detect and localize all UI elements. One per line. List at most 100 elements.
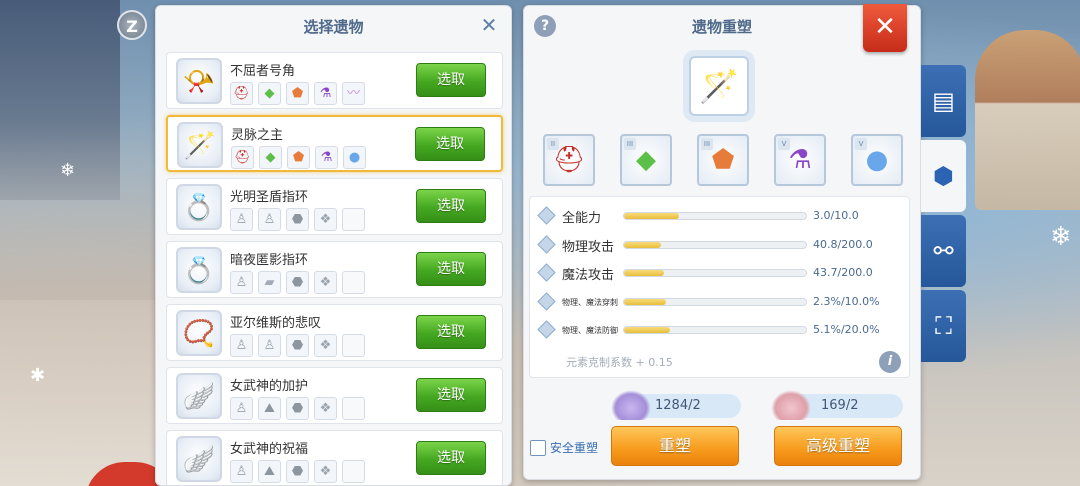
relic-list-item[interactable]: 🪄 灵脉之主 ⛑ ◆ ⬟ ⚗ ● 选取 — [166, 115, 503, 172]
relic-list: 📯 不屈者号角 ⛑ ◆ ⬟ ⚗ 〰选取 🪄 灵脉之主 ⛑ ◆ ⬟ ⚗ ● 选取 💍 光明圣盾指环 ♙ ♙ ⬣ ❖ 选取 💍 暗… — [166, 52, 503, 485]
stat-progress-fill — [624, 327, 671, 333]
relic-name: 女武神的加护 — [230, 379, 309, 394]
panel-title: 选择遗物 — [303, 18, 364, 36]
relic-list-item[interactable]: 🪽 女武神的加护 ♙ ⛰ ⬣ ❖ 选取 — [166, 367, 503, 424]
sand-pink-icon — [771, 390, 811, 420]
element-coefficient: 元素克制系数 + 0.15 — [566, 356, 673, 369]
wings-icon: 〰 — [342, 82, 365, 105]
relic-reshape-panel: ? 遗物重塑 ✕ 🪄 ⛑ II ◆ III ⬟ III ⚗ V ● V 全能力 3.0/10.0 物理… — [523, 4, 921, 480]
stone-gray-icon: ⬣ — [286, 334, 309, 357]
relic-name: 暗夜匿影指环 — [230, 253, 309, 268]
diamond-icon — [537, 206, 556, 225]
z-menu-button[interactable]: Z — [117, 10, 147, 40]
orb-blue-icon: ● — [343, 146, 366, 169]
gem-green-icon: ◆ — [259, 146, 282, 169]
stat-progress-bar — [623, 212, 807, 220]
background-house — [975, 30, 1080, 210]
rune-tier-label: II — [547, 138, 559, 150]
material-amount: 1284/2 — [655, 398, 701, 413]
rune-slot-row: ⛑ ◆ ⬟ ⚗ ● — [231, 146, 366, 169]
rune-tier-label: V — [778, 138, 790, 150]
pick-button[interactable]: 选取 — [416, 441, 486, 475]
snowflake-icon: ❄ — [1050, 222, 1072, 252]
close-icon[interactable]: ✕ — [479, 15, 499, 35]
advanced-reshape-button[interactable]: 高级重塑 — [774, 426, 902, 466]
empty-slot — [342, 397, 365, 420]
info-icon[interactable]: i — [879, 351, 901, 373]
select-relic-panel: 选择遗物 ✕ 📯 不屈者号角 ⛑ ◆ ⬟ ⚗ 〰选取 🪄 灵脉之主 ⛑ ◆ ⬟ ⚗ ● 选取 💍 光明圣盾指环 ♙… — [155, 5, 512, 486]
reshape-button[interactable]: 重塑 — [611, 426, 739, 466]
snowflake-icon: ❄ — [60, 160, 76, 181]
helmet-icon[interactable]: ⛑ II — [543, 134, 595, 186]
material-pill: 169/2 — [771, 390, 903, 420]
relic-list-item[interactable]: 📿 亚尔维斯的悲叹 ♙ ♙ ⬣ ❖ 选取 — [166, 304, 503, 361]
ring-icon: 💍 — [176, 247, 222, 293]
statue-icon: ♙ — [230, 460, 253, 483]
diamond-icon — [537, 291, 556, 311]
statue-icon: ♙ — [230, 334, 253, 357]
stone-orange-icon[interactable]: ⬟ III — [697, 134, 749, 186]
flask-purple-icon[interactable]: ⚗ V — [774, 134, 826, 186]
stat-row: 全能力 3.0/10.0 — [530, 206, 909, 226]
pick-button[interactable]: 选取 — [416, 378, 486, 412]
rune-slot-row: ⛑ ◆ ⬟ ⚗ 〰 — [230, 82, 365, 105]
crystal-gray-icon: ❖ — [314, 208, 337, 231]
stat-row: 物理、魔法防御 5.1%/20.0% — [530, 320, 909, 340]
gem-green-icon: ◆ — [258, 82, 281, 105]
sand-purple-icon — [611, 390, 651, 420]
tab-cubes[interactable]: ⬢ — [921, 140, 966, 212]
stone-orange-icon: ⬟ — [287, 146, 310, 169]
ring-icon: 💍 — [176, 184, 222, 230]
shop-icon: ▤ — [932, 87, 955, 115]
pick-button[interactable]: 选取 — [416, 63, 486, 97]
stat-progress-bar — [623, 240, 807, 249]
empty-slot — [342, 208, 365, 231]
crystal-gray-icon: ❖ — [314, 271, 337, 294]
relic-name: 女武神的祝福 — [230, 442, 309, 457]
pick-button[interactable]: 选取 — [416, 189, 486, 223]
empty-slot — [342, 460, 365, 483]
stone-gray-icon: ⬣ — [286, 208, 309, 231]
stone-gray-icon: ⬣ — [286, 397, 309, 420]
stat-row: 物理、魔法穿刺 2.3%/10.0% — [530, 291, 909, 312]
safe-reshape-checkbox[interactable] — [530, 440, 546, 456]
orb-blue-icon[interactable]: ● V — [851, 134, 903, 186]
staff-icon: 🪄 — [177, 122, 223, 168]
gem-green-icon[interactable]: ◆ III — [620, 134, 672, 186]
rune-tier-label: III — [624, 138, 636, 150]
relic-list-item[interactable]: 🪽 女武神的祝福 ♙ ⛰ ⬣ ❖ 选取 — [166, 430, 503, 485]
tab-nodes[interactable]: ⚯ — [921, 215, 966, 287]
statue-icon: ♙ — [230, 397, 253, 420]
stat-value: 2.3%/10.0% — [813, 294, 880, 308]
rock-icon: ⛰ — [258, 397, 281, 420]
frame-icon: ⛶ — [935, 312, 952, 340]
relic-list-item[interactable]: 📯 不屈者号角 ⛑ ◆ ⬟ ⚗ 〰 选取 — [166, 52, 503, 109]
stat-progress-fill — [624, 241, 662, 248]
slab-icon: ▰ — [258, 271, 281, 294]
pick-button[interactable]: 选取 — [416, 252, 486, 286]
stat-name: 物理攻击 — [562, 239, 615, 255]
tab-frame[interactable]: ⛶ — [921, 290, 966, 362]
stone-orange-icon: ⬟ — [286, 82, 309, 105]
material-pill: 1284/2 — [611, 390, 741, 420]
background-ground — [0, 300, 160, 486]
relic-list-item[interactable]: 💍 光明圣盾指环 ♙ ♙ ⬣ ❖ 选取 — [166, 178, 503, 235]
pick-button[interactable]: 选取 — [415, 127, 485, 161]
rune-slot-row: ♙ ▰ ⬣ ❖ — [230, 271, 365, 294]
wing-helm-icon: 🪽 — [176, 373, 222, 419]
relic-list-item[interactable]: 💍 暗夜匿影指环 ♙ ▰ ⬣ ❖ 选取 — [166, 241, 503, 298]
close-button[interactable]: ✕ — [863, 4, 907, 52]
stat-progress-bar — [623, 297, 807, 306]
tab-shop[interactable]: ▤ — [921, 65, 966, 137]
stone-gray-icon: ⬣ — [286, 460, 309, 483]
rune-slot-row: ♙ ⛰ ⬣ ❖ — [230, 460, 365, 483]
rune-slot-row: ♙ ♙ ⬣ ❖ — [230, 208, 365, 231]
safe-reshape-label[interactable]: 安全重塑 — [550, 439, 598, 456]
rune-slots: ⛑ II ◆ III ⬟ III ⚗ V ● V — [543, 134, 903, 186]
crystal-gray-icon: ❖ — [314, 334, 337, 357]
pick-button[interactable]: 选取 — [416, 315, 486, 349]
rune-tier-label: V — [855, 138, 867, 150]
stat-name: 魔法攻击 — [562, 268, 615, 283]
amulet-icon: 📿 — [176, 310, 222, 356]
relic-name: 光明圣盾指环 — [230, 190, 309, 205]
